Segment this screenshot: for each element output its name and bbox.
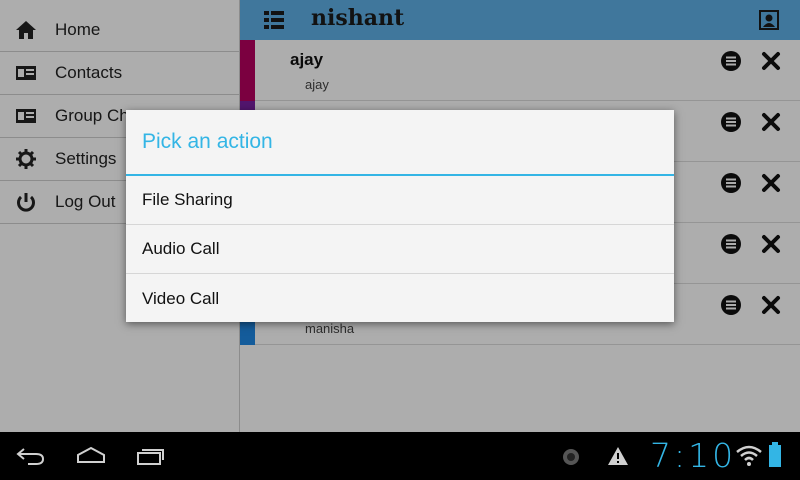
notification-dot-icon[interactable] [562, 448, 580, 471]
option-label: Audio Call [142, 239, 220, 258]
wifi-icon [736, 444, 762, 471]
pick-action-dialog: Pick an action File Sharing Audio Call V… [126, 110, 674, 322]
dialog-title: Pick an action [142, 130, 273, 153]
option-label: Video Call [142, 288, 220, 308]
option-label: File Sharing [142, 190, 233, 209]
clock: 7:10 [650, 436, 737, 475]
home-nav-icon[interactable] [76, 446, 106, 471]
warning-icon[interactable] [607, 446, 629, 471]
system-bar: 7:10 [0, 432, 800, 480]
back-icon[interactable] [16, 446, 46, 471]
option-video-call[interactable]: Video Call [126, 274, 674, 323]
app-screen: Home Contacts Group Ch Settings Log Out [0, 0, 800, 432]
option-audio-call[interactable]: Audio Call [126, 225, 674, 274]
recents-icon[interactable] [136, 446, 166, 471]
battery-icon [768, 442, 782, 473]
option-file-sharing[interactable]: File Sharing [126, 176, 674, 225]
